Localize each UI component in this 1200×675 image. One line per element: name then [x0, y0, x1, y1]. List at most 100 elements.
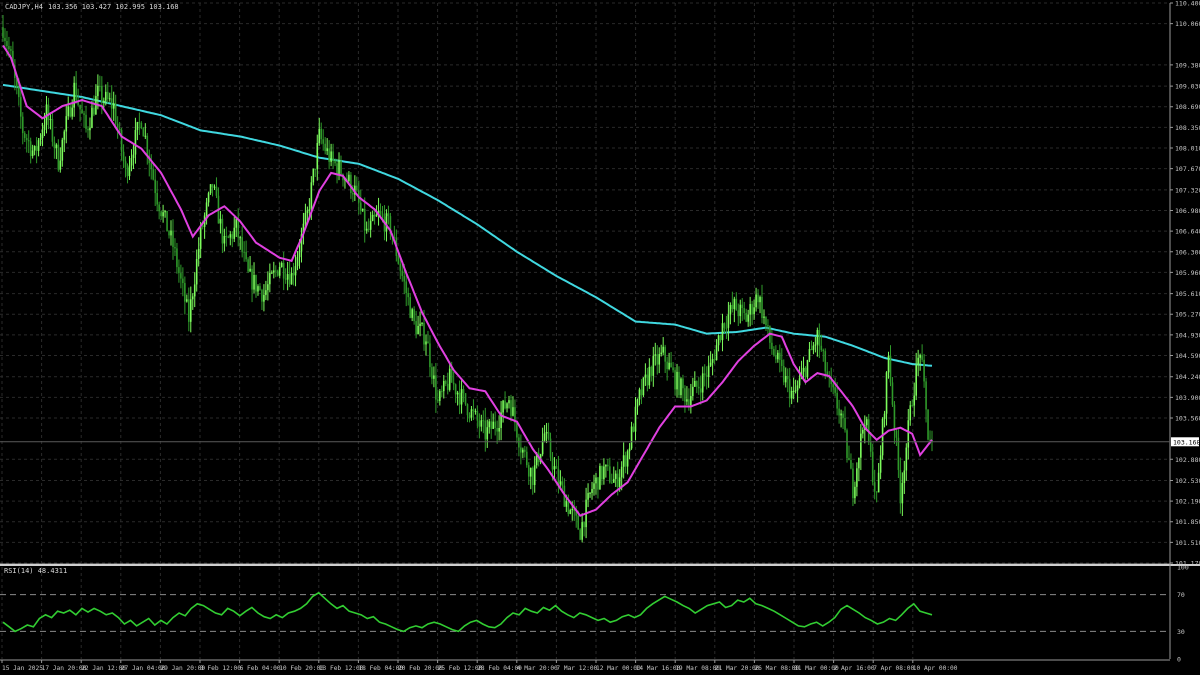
candle-body — [676, 371, 678, 390]
candle-body — [814, 344, 817, 346]
candle-body — [39, 138, 42, 141]
candle-body — [729, 304, 732, 315]
candle-body — [69, 106, 72, 117]
candle-body — [18, 87, 20, 98]
candle-body — [178, 267, 180, 274]
candle-body — [883, 413, 886, 419]
candle-body — [280, 262, 283, 267]
candle-body — [541, 440, 544, 455]
candle-body — [498, 427, 500, 432]
candle-body — [518, 437, 520, 448]
price-tick-label: 108.010 — [1175, 145, 1200, 153]
candle-body — [456, 392, 459, 395]
candle-body — [352, 193, 354, 195]
candle-body — [290, 272, 293, 285]
candle-body — [545, 431, 548, 434]
price-chart[interactable]: 110.400 110.060 109.380 109.030 108.690 108.3… — [0, 0, 1200, 675]
candle-body — [709, 362, 712, 366]
candle-body — [296, 257, 299, 267]
candle-body — [533, 465, 536, 486]
candle-body — [33, 145, 36, 151]
candle-body — [658, 354, 661, 365]
candle-body — [686, 399, 688, 402]
candle-body — [219, 218, 222, 224]
candle-body — [423, 323, 425, 345]
candle-body — [771, 342, 773, 350]
candle-body — [909, 405, 912, 421]
candle-body — [587, 493, 589, 500]
candle-body — [743, 308, 746, 313]
candle-body — [480, 420, 483, 427]
candle-body — [644, 374, 647, 378]
candle-body — [543, 433, 546, 441]
candle-body — [494, 421, 496, 428]
candle-body — [164, 210, 166, 213]
price-tick-label: 101.850 — [1175, 518, 1200, 526]
candle-body — [108, 98, 111, 100]
candle-body — [278, 266, 281, 276]
candle-body — [660, 352, 663, 355]
candle-body — [419, 323, 421, 326]
candle-body — [274, 270, 277, 272]
candle-body — [112, 103, 115, 109]
candle-body — [567, 501, 570, 514]
candle-body — [484, 420, 487, 440]
candle-body — [439, 391, 441, 401]
candle-body — [23, 133, 26, 139]
rsi-tick-label: 0 — [1177, 656, 1181, 664]
candle-body — [520, 447, 522, 453]
candle-body — [707, 365, 710, 377]
candle-body — [261, 290, 263, 302]
candle-body — [490, 421, 493, 429]
candle-body — [253, 274, 255, 290]
candle-body — [923, 359, 925, 382]
candle-body — [284, 278, 287, 280]
rsi-tick-label: 100 — [1177, 564, 1189, 572]
candle-body — [648, 366, 651, 386]
candle-body — [609, 466, 611, 483]
candle-body — [110, 98, 113, 109]
candle-body — [199, 225, 202, 249]
price-tick-label: 108.690 — [1175, 103, 1200, 111]
candle-body — [547, 431, 550, 439]
candle-body — [193, 284, 196, 297]
candle-body — [557, 468, 560, 485]
candle-body — [379, 210, 382, 214]
candle-body — [895, 431, 898, 438]
candle-body — [737, 310, 740, 317]
candle-body — [71, 107, 73, 117]
candle-body — [37, 140, 40, 151]
candle-body — [267, 284, 269, 291]
candle-body — [694, 381, 696, 387]
candle-body — [802, 367, 805, 372]
candle-body — [885, 372, 888, 414]
candle-body — [640, 389, 643, 396]
candle-body — [741, 304, 744, 309]
candle-body — [925, 381, 927, 410]
candle-body — [350, 174, 352, 194]
candle-body — [605, 464, 607, 467]
candle-body — [272, 270, 275, 273]
candle-body — [466, 404, 469, 416]
candle-body — [875, 491, 878, 493]
candle-body — [492, 421, 494, 429]
candle-body — [808, 349, 811, 360]
candle-body — [628, 448, 631, 452]
candle-body — [448, 368, 451, 390]
candle-body — [6, 40, 8, 47]
candle-body — [869, 442, 872, 452]
candle-body — [524, 449, 526, 452]
price-tick-label: 110.060 — [1175, 20, 1200, 28]
candle-body — [777, 352, 779, 360]
candle-body — [832, 384, 834, 388]
candle-body — [241, 237, 243, 252]
candle-body — [35, 145, 38, 151]
candle-body — [53, 141, 56, 149]
candle-body — [531, 467, 534, 486]
candle-body — [93, 107, 95, 115]
candle-body — [363, 208, 366, 231]
candle-body — [106, 91, 109, 100]
time-tick-label: 21 Mar 20:00 — [715, 665, 760, 672]
candle-body — [765, 316, 767, 326]
candle-body — [840, 413, 842, 416]
